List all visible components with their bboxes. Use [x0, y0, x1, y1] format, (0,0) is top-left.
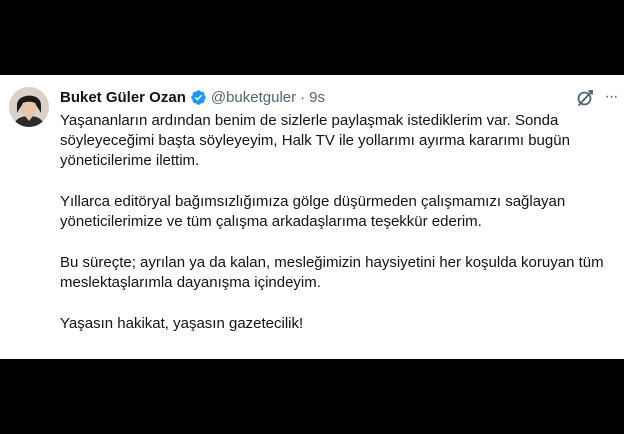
tweet-card[interactable]: Buket Güler Ozan @buketguler · 9s ··· Ya…: [0, 75, 624, 359]
tweet-paragraph: Yaşasın hakikat, yaşasın gazetecilik!: [60, 315, 304, 332]
tweet-paragraph: Yaşananların ardından benim de sizlerle …: [60, 112, 570, 169]
avatar[interactable]: [9, 87, 49, 127]
tweet-header: Buket Güler Ozan @buketguler · 9s: [60, 87, 325, 107]
verified-badge-icon: [190, 89, 207, 106]
tweet-text: Yaşananların ardından benim de sizlerle …: [60, 111, 618, 334]
separator-dot: ·: [300, 88, 306, 106]
tweet-timestamp[interactable]: 9s: [309, 89, 325, 106]
more-icon[interactable]: ···: [602, 88, 620, 106]
tweet-paragraph: Bu süreçte; ayrılan ya da kalan, mesleği…: [60, 254, 604, 291]
avatar-image: [9, 87, 49, 127]
tweet-paragraph: Yıllarca editöryal bağımsızlığımıza gölg…: [60, 193, 566, 230]
grok-icon[interactable]: [575, 88, 595, 108]
author-handle[interactable]: @buketguler: [211, 89, 296, 106]
author-name[interactable]: Buket Güler Ozan: [60, 89, 186, 106]
